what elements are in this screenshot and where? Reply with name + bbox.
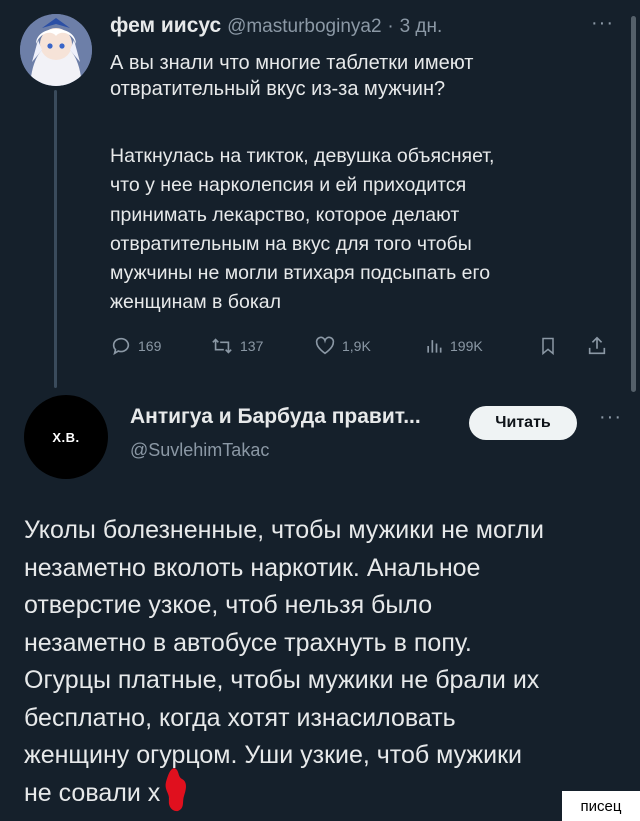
tweet-text: А вы знали что многие таблетки имеют отв… [110,52,474,100]
avatar[interactable]: Х.В. [24,395,108,479]
repost-button[interactable]: 137 [210,332,263,360]
like-count: 1,9K [342,338,371,354]
avatar[interactable] [20,14,92,86]
timestamp[interactable]: 3 дн. [400,16,443,37]
bookmark-icon [542,337,554,356]
author-name[interactable]: фем иисус [110,14,221,37]
like-button[interactable]: 1,9K [314,332,371,360]
avatar-anime-image [20,14,92,86]
views-chart-icon [427,340,442,353]
tweet-text-paragraph: Наткнулась на тикток, девушка объясняет,… [110,145,495,314]
reply-count: 169 [138,338,162,354]
views-button[interactable]: 199K [424,332,483,360]
author-handle[interactable]: @SuvlehimTakac [130,440,269,461]
reply-icon [112,337,130,356]
tweet-header: фем иисус @masturboginya2 · 3 дн. [110,14,442,38]
more-options-icon[interactable]: ··· [599,406,622,429]
heart-icon [315,336,335,355]
scrollbar[interactable] [631,16,636,392]
tweet-actions-bar: 169 137 1,9K 199K [110,332,620,360]
bookmark-button[interactable] [538,332,558,360]
views-count: 199K [450,338,483,354]
share-button[interactable] [586,332,608,360]
follow-button[interactable]: Читать [469,406,577,440]
author-name[interactable]: Антигуа и Барбуда правит... [130,405,421,429]
separator-dot: · [387,16,394,37]
author-handle[interactable]: @masturboginya2 [227,16,381,37]
repost-icon [212,338,232,354]
tweet-text: Уколы болезненные, чтобы мужики не могли… [24,516,544,807]
watermark-label: писец [562,791,640,821]
censor-blob-icon [165,768,186,812]
more-options-icon[interactable]: ··· [591,12,614,35]
share-icon [588,336,606,355]
repost-count: 137 [240,338,264,354]
avatar-initials: Х.В. [52,429,80,445]
reply-button[interactable]: 169 [110,332,161,360]
thread-connector-line [54,90,57,388]
